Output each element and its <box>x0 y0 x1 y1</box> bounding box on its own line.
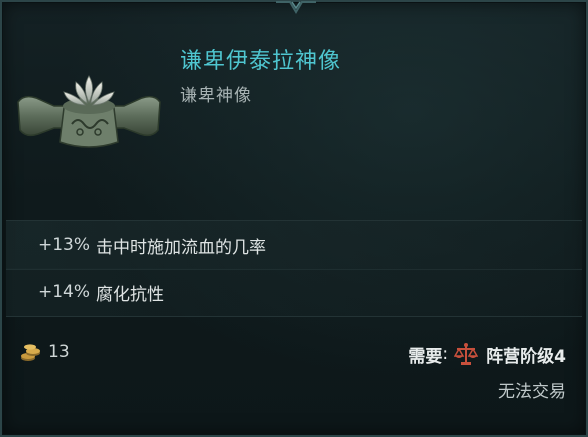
item-price: 13 <box>20 341 70 363</box>
requirement-label: 需要 <box>408 346 443 367</box>
frame-ornament-icon <box>276 0 316 14</box>
requirement: 需要 : 阵营阶级4 <box>408 341 566 367</box>
item-name: 谦卑伊泰拉神像 <box>180 49 342 74</box>
stat-text: 腐化抗性 <box>96 284 165 305</box>
requirement-colon: : <box>442 344 449 364</box>
stat-row-corruption-resist: +14% 腐化抗性 <box>6 268 582 317</box>
requirement-value: 阵营阶级4 <box>486 346 566 367</box>
stat-text: 击中时施加流血的几率 <box>96 237 267 258</box>
scale-icon <box>454 343 479 365</box>
trade-status: 无法交易 <box>498 382 566 402</box>
gold-coins-icon <box>21 344 40 361</box>
lotus-idol-icon <box>17 75 161 148</box>
item-type: 谦卑神像 <box>180 86 252 106</box>
stat-value: +13% <box>38 235 91 255</box>
price-amount: 13 <box>48 342 70 362</box>
stat-row-bleed-chance: +13% 击中时施加流血的几率 <box>6 220 582 270</box>
stat-value: +14% <box>38 282 91 302</box>
item-tooltip: 谦卑伊泰拉神像 谦卑神像 +13% 击中时施加流血的几率 +14% 腐化抗性 1… <box>0 0 588 437</box>
